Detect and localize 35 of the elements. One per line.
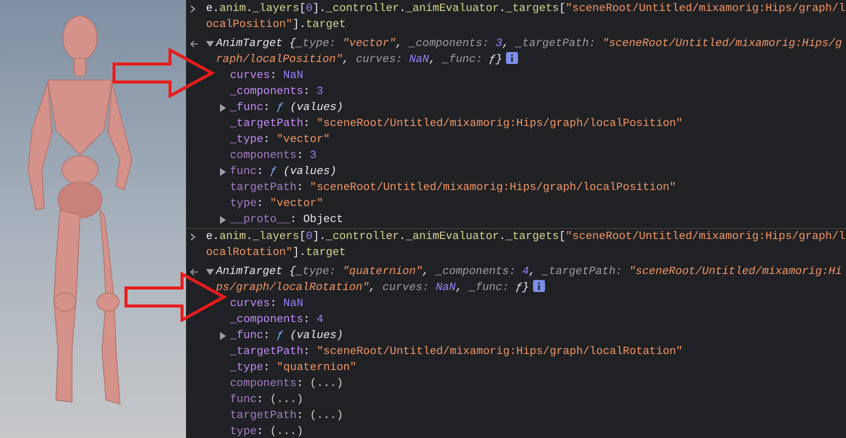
- object-property: components: (...): [230, 377, 344, 392]
- object-property: curves: NaN: [230, 69, 304, 84]
- object-property: type: "vector": [230, 197, 324, 212]
- collapsed-triangle-icon[interactable]: [220, 168, 226, 176]
- object-property: targetPath: "sceneRoot/Untitled/mixamorig:Hips/graph/localPosition": [230, 181, 678, 196]
- object-property: __proto__: Object: [230, 213, 344, 228]
- object-property: targetPath: (...): [230, 409, 344, 424]
- object-property: _func: ƒ (values): [230, 329, 344, 344]
- info-icon: [506, 52, 518, 64]
- collapsed-triangle-icon[interactable]: [220, 104, 226, 112]
- expanded-triangle-icon[interactable]: [206, 41, 214, 47]
- object-summary[interactable]: AnimTarget {_type: "vector", _components: 3, _targetPath: "sceneRoot/Untitled/mixamorig:Hips/graph/localPosition", curves: NaN, _func: ƒ}: [216, 36, 846, 68]
- object-property: curves: NaN: [230, 297, 304, 312]
- object-property: _targetPath: "sceneRoot/Untitled/mixamorig:Hips/graph/localRotation": [230, 345, 684, 360]
- prompt-chevron-icon: [190, 233, 196, 241]
- object-property: _components: 4: [230, 313, 324, 328]
- result-arrow-icon: [190, 40, 199, 48]
- console-command: e.anim._layers[0]._controller._animEvaluator._targets["sceneRoot/Untitled/mixamorig:Hips/graph/localPosition"].target: [206, 2, 846, 33]
- object-property: _type: "quaternion": [230, 361, 358, 376]
- object-property: type: (...): [230, 425, 304, 438]
- object-summary[interactable]: AnimTarget {_type: "quaternion", _components: 4, _targetPath: "sceneRoot/Untitled/mixamorig:Hips/graph/localRotation", curves: NaN, _func: ƒ}: [216, 264, 846, 296]
- collapsed-triangle-icon[interactable]: [220, 216, 226, 224]
- result-arrow-icon: [190, 268, 199, 276]
- object-property: _targetPath: "sceneRoot/Untitled/mixamorig:Hips/graph/localPosition": [230, 117, 684, 132]
- expanded-triangle-icon[interactable]: [206, 269, 214, 275]
- object-property: _components: 3: [230, 85, 324, 100]
- prompt-chevron-icon: [190, 5, 196, 13]
- object-property: _func: ƒ (values): [230, 101, 344, 116]
- object-property: components: 3: [230, 149, 318, 164]
- object-property: _type: "vector": [230, 133, 331, 148]
- object-property: func: ƒ (values): [230, 165, 338, 180]
- collapsed-triangle-icon[interactable]: [220, 332, 226, 340]
- object-property: func: (...): [230, 393, 304, 408]
- info-icon: [532, 280, 545, 292]
- console-command: e.anim._layers[0]._controller._animEvaluator._targets["sceneRoot/Untitled/mixamorig:Hips/graph/localRotation"].target: [206, 230, 846, 261]
